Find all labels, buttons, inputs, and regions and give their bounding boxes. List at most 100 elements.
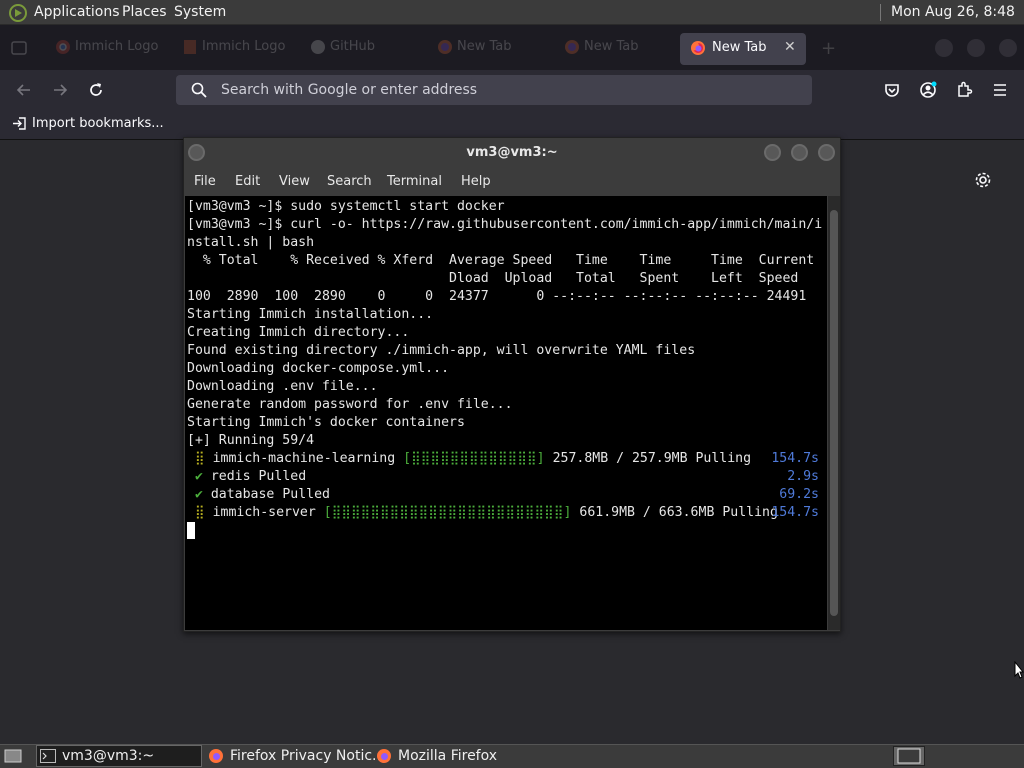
menu-places[interactable]: Places: [122, 0, 167, 25]
pull-name: redis Pulled: [210, 469, 307, 484]
tab-active[interactable]: New Tab ✕: [680, 33, 806, 65]
menu-system[interactable]: System: [174, 0, 226, 25]
mouse-pointer-icon: [1014, 661, 1024, 679]
pocket-icon[interactable]: [882, 80, 902, 100]
taskbar-firefox-privacy[interactable]: Firefox Privacy Notic...: [206, 746, 385, 767]
pull-progress-bar: [⣿⣿⣿⣿⣿⣿⣿⣿⣿⣿⣿⣿⣿⣿⣿⣿⣿⣿⣿⣿⣿⣿⣿⣿]: [323, 505, 572, 520]
tab-5-label: New Tab: [584, 39, 639, 54]
pull-name: database Pulled: [210, 487, 330, 502]
clock[interactable]: Mon Aug 26, 8:48 PM: [891, 0, 1024, 45]
terminal-title: vm3@vm3:~: [466, 145, 558, 160]
terminal-menu-file[interactable]: File: [194, 167, 216, 196]
terminal-menu-search[interactable]: Search: [327, 167, 372, 196]
terminal-menu-help[interactable]: Help: [461, 167, 491, 196]
firefox-icon: [376, 748, 392, 764]
minimize-icon[interactable]: [935, 39, 953, 57]
tab-2[interactable]: Immich Logo: [182, 25, 292, 70]
terminal-line: Found existing directory ./immich-app, w…: [187, 343, 696, 358]
taskbar-mozilla-firefox[interactable]: Mozilla Firefox: [374, 746, 514, 767]
terminal-line: Dload Upload Total Spent Left Speed: [187, 271, 799, 286]
terminal-line: 100 2890 100 2890 0 0 24377 0 --:--:-- -…: [187, 289, 807, 304]
taskbar-mozilla-firefox-label: Mozilla Firefox: [398, 748, 498, 764]
terminal-output[interactable]: [vm3@vm3 ~]$ sudo systemctl start docker…: [185, 196, 827, 630]
tab-3-label: GitHub: [330, 39, 376, 54]
firefox-icon: [564, 39, 580, 55]
tab-active-label: New Tab: [712, 40, 767, 55]
firefox-icon: [208, 748, 224, 764]
system-logo-icon[interactable]: [8, 3, 28, 23]
tab-3[interactable]: GitHub: [310, 25, 420, 70]
maximize-icon[interactable]: [967, 39, 985, 57]
terminal-line: Starting Immich's docker containers: [187, 415, 465, 430]
terminal-scrollbar[interactable]: [828, 196, 840, 630]
pull-progress-bar: [⣿⣿⣿⣿⣿⣿⣿⣿⣿⣿⣿⣿⣿]: [403, 451, 545, 466]
taskbar-terminal[interactable]: vm3@vm3:~: [36, 745, 202, 767]
pdf-icon: [182, 39, 198, 55]
terminal-menu-edit[interactable]: Edit: [235, 167, 260, 196]
pull-time: 154.7s: [771, 451, 819, 466]
terminal-menu-view[interactable]: View: [279, 167, 310, 196]
import-bookmarks-button[interactable]: Import bookmarks...: [12, 116, 164, 131]
menu-applications[interactable]: Applications: [34, 0, 120, 25]
close-window-icon[interactable]: [999, 39, 1017, 57]
terminal-line: Starting Immich installation...: [187, 307, 434, 322]
terminal-close-button[interactable]: [818, 144, 835, 161]
tab-2-label: Immich Logo: [202, 39, 286, 54]
pull-name: immich-server: [212, 505, 316, 520]
pull-time: 2.9s: [787, 469, 819, 484]
terminal-line: Creating Immich directory...: [187, 325, 410, 340]
search-icon: [190, 81, 208, 99]
scrollbar-thumb[interactable]: [830, 210, 838, 616]
pull-row-machine-learning: ⣿ immich-machine-learning [⣿⣿⣿⣿⣿⣿⣿⣿⣿⣿⣿⣿⣿…: [187, 450, 751, 468]
import-bookmarks-label: Import bookmarks...: [32, 116, 164, 131]
gear-icon[interactable]: [973, 170, 993, 190]
terminal-icon: [40, 749, 56, 763]
back-icon[interactable]: [14, 80, 34, 100]
show-desktop-icon[interactable]: [4, 748, 22, 764]
tab-overview-icon[interactable]: [10, 39, 28, 57]
terminal-menu-terminal[interactable]: Terminal: [387, 167, 442, 196]
panel-separator: [880, 4, 881, 21]
terminal-minimize-button[interactable]: [764, 144, 781, 161]
workspace-switcher-icon[interactable]: [893, 746, 925, 766]
account-icon[interactable]: [918, 80, 938, 100]
terminal-line: Downloading .env file...: [187, 379, 378, 394]
github-icon: [310, 39, 326, 55]
new-tab-icon[interactable]: +: [821, 38, 836, 59]
terminal-maximize-button[interactable]: [791, 144, 808, 161]
forward-icon[interactable]: [50, 80, 70, 100]
pull-time: 154.7s: [771, 505, 819, 520]
tab-4-label: New Tab: [457, 39, 512, 54]
pull-time: 69.2s: [779, 487, 819, 502]
close-tab-icon[interactable]: ✕: [784, 39, 796, 55]
terminal-line: Downloading docker-compose.yml...: [187, 361, 450, 376]
pull-row-server: ⣿ immich-server [⣿⣿⣿⣿⣿⣿⣿⣿⣿⣿⣿⣿⣿⣿⣿⣿⣿⣿⣿⣿⣿⣿⣿…: [187, 504, 778, 522]
reload-icon[interactable]: [86, 80, 106, 100]
pull-size: 661.9MB / 663.6MB Pulling: [579, 505, 778, 520]
spinner-icon: ⣿: [194, 505, 205, 520]
tab-1-label: Immich Logo: [75, 39, 159, 54]
check-icon: ✔: [194, 469, 203, 484]
pull-name: immich-machine-learning: [212, 451, 396, 466]
terminal-line: [vm3@vm3 ~]$ curl -o- https://raw.github…: [187, 217, 823, 232]
terminal-line: Generate random password for .env file..…: [187, 397, 513, 412]
firefox-icon: [690, 40, 706, 56]
taskbar-firefox-privacy-label: Firefox Privacy Notic...: [230, 748, 386, 764]
tab-4[interactable]: New Tab: [437, 25, 547, 70]
menu-icon[interactable]: [990, 80, 1010, 100]
terminal-window[interactable]: vm3@vm3:~ File Edit View Search Terminal…: [183, 137, 841, 632]
pull-row-database: ✔ database Pulled: [187, 486, 330, 504]
pull-size: 257.8MB / 257.9MB Pulling: [552, 451, 752, 466]
tab-5[interactable]: New Tab: [564, 25, 674, 70]
extensions-icon[interactable]: [954, 80, 974, 100]
address-bar[interactable]: [176, 75, 812, 105]
terminal-menubar: File Edit View Search Terminal Help: [184, 167, 840, 196]
taskbar-terminal-label: vm3@vm3:~: [62, 748, 155, 764]
search-input[interactable]: [221, 75, 781, 105]
tab-1[interactable]: Immich Logo: [55, 25, 165, 70]
terminal-line: [vm3@vm3 ~]$ sudo systemctl start docker: [187, 199, 505, 214]
terminal-line: % Total % Received % Xferd Average Speed…: [187, 253, 815, 268]
chrome-icon: [55, 39, 71, 55]
import-icon: [12, 116, 27, 131]
top-panel: Applications Places System Mon Aug 26, 8…: [0, 0, 1024, 45]
